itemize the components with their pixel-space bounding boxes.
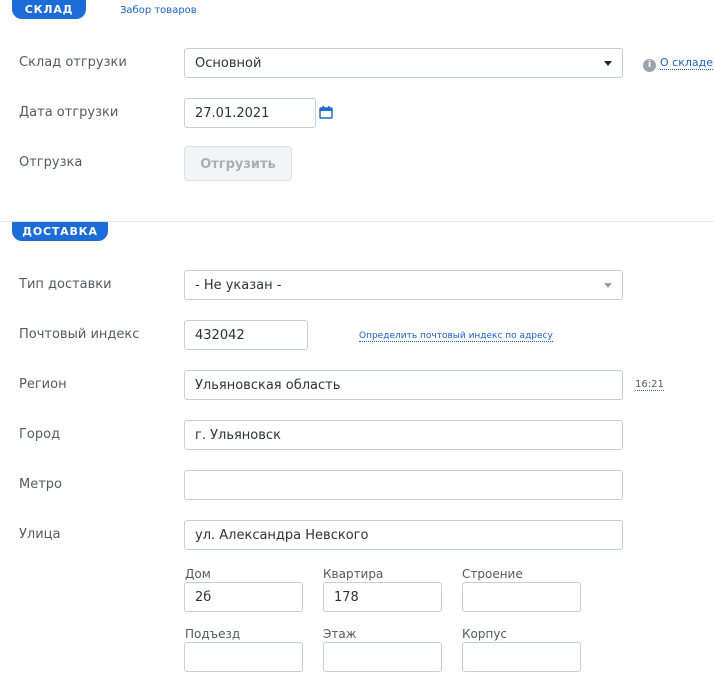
shipment-label: Отгрузка bbox=[19, 155, 83, 170]
ship-button[interactable]: Отгрузить bbox=[184, 146, 292, 181]
delivery-type-value: - Не указан - bbox=[195, 278, 282, 293]
entrance-label: Подъезд bbox=[185, 627, 241, 641]
info-icon: i bbox=[643, 59, 656, 72]
floor-label: Этаж bbox=[323, 627, 357, 641]
delivery-type-label: Тип доставки bbox=[19, 277, 112, 292]
ship-date-input[interactable]: 27.01.2021 bbox=[184, 98, 316, 128]
street-input[interactable]: ул. Александра Невского bbox=[184, 520, 623, 550]
region-label: Регион bbox=[19, 377, 67, 392]
metro-label: Метро bbox=[19, 477, 62, 492]
entrance-input[interactable] bbox=[184, 642, 303, 672]
city-label: Город bbox=[19, 427, 61, 442]
ship-warehouse-label: Склад отгрузки bbox=[19, 55, 127, 70]
ship-date-label: Дата отгрузки bbox=[19, 105, 119, 120]
warehouse-section-tab: СКЛАД bbox=[12, 0, 86, 19]
warehouse-section: СКЛАД Забор товаров Склад отгрузки Основ… bbox=[0, 0, 714, 221]
block-label: Корпус bbox=[462, 627, 508, 641]
apartment-input[interactable]: 178 bbox=[323, 582, 442, 612]
house-input[interactable]: 2б bbox=[184, 582, 303, 612]
block-input[interactable] bbox=[462, 642, 581, 672]
chevron-down-icon bbox=[604, 61, 612, 66]
house-label: Дом bbox=[185, 567, 211, 581]
delivery-type-select[interactable]: - Не указан - bbox=[184, 270, 623, 300]
street-label: Улица bbox=[19, 527, 61, 542]
about-warehouse[interactable]: i О складе bbox=[643, 56, 713, 72]
about-warehouse-link[interactable]: О складе bbox=[660, 56, 713, 70]
floor-input[interactable] bbox=[323, 642, 442, 672]
postal-code-input[interactable]: 432042 bbox=[184, 320, 308, 350]
chevron-down-icon bbox=[604, 283, 612, 288]
building-label: Строение bbox=[462, 567, 523, 581]
building-input[interactable] bbox=[462, 582, 581, 612]
ship-warehouse-select[interactable]: Основной bbox=[184, 48, 623, 78]
city-input[interactable]: г. Ульяновск bbox=[184, 420, 623, 450]
detect-postal-code-link[interactable]: Определить почтовый индекс по адресу bbox=[359, 331, 553, 342]
ship-warehouse-value: Основной bbox=[195, 56, 262, 71]
pickup-link[interactable]: Забор товаров bbox=[120, 5, 197, 16]
region-input[interactable]: Ульяновская область bbox=[184, 370, 623, 400]
postal-code-label: Почтовый индекс bbox=[19, 327, 140, 342]
calendar-icon[interactable] bbox=[319, 106, 333, 119]
metro-input[interactable] bbox=[184, 470, 623, 500]
apartment-label: Квартира bbox=[323, 567, 384, 581]
delivery-section-tab: ДОСТАВКА bbox=[12, 222, 108, 241]
region-time[interactable]: 16:21 bbox=[635, 379, 664, 391]
delivery-section: ДОСТАВКА Тип доставки - Не указан - Почт… bbox=[0, 221, 714, 674]
